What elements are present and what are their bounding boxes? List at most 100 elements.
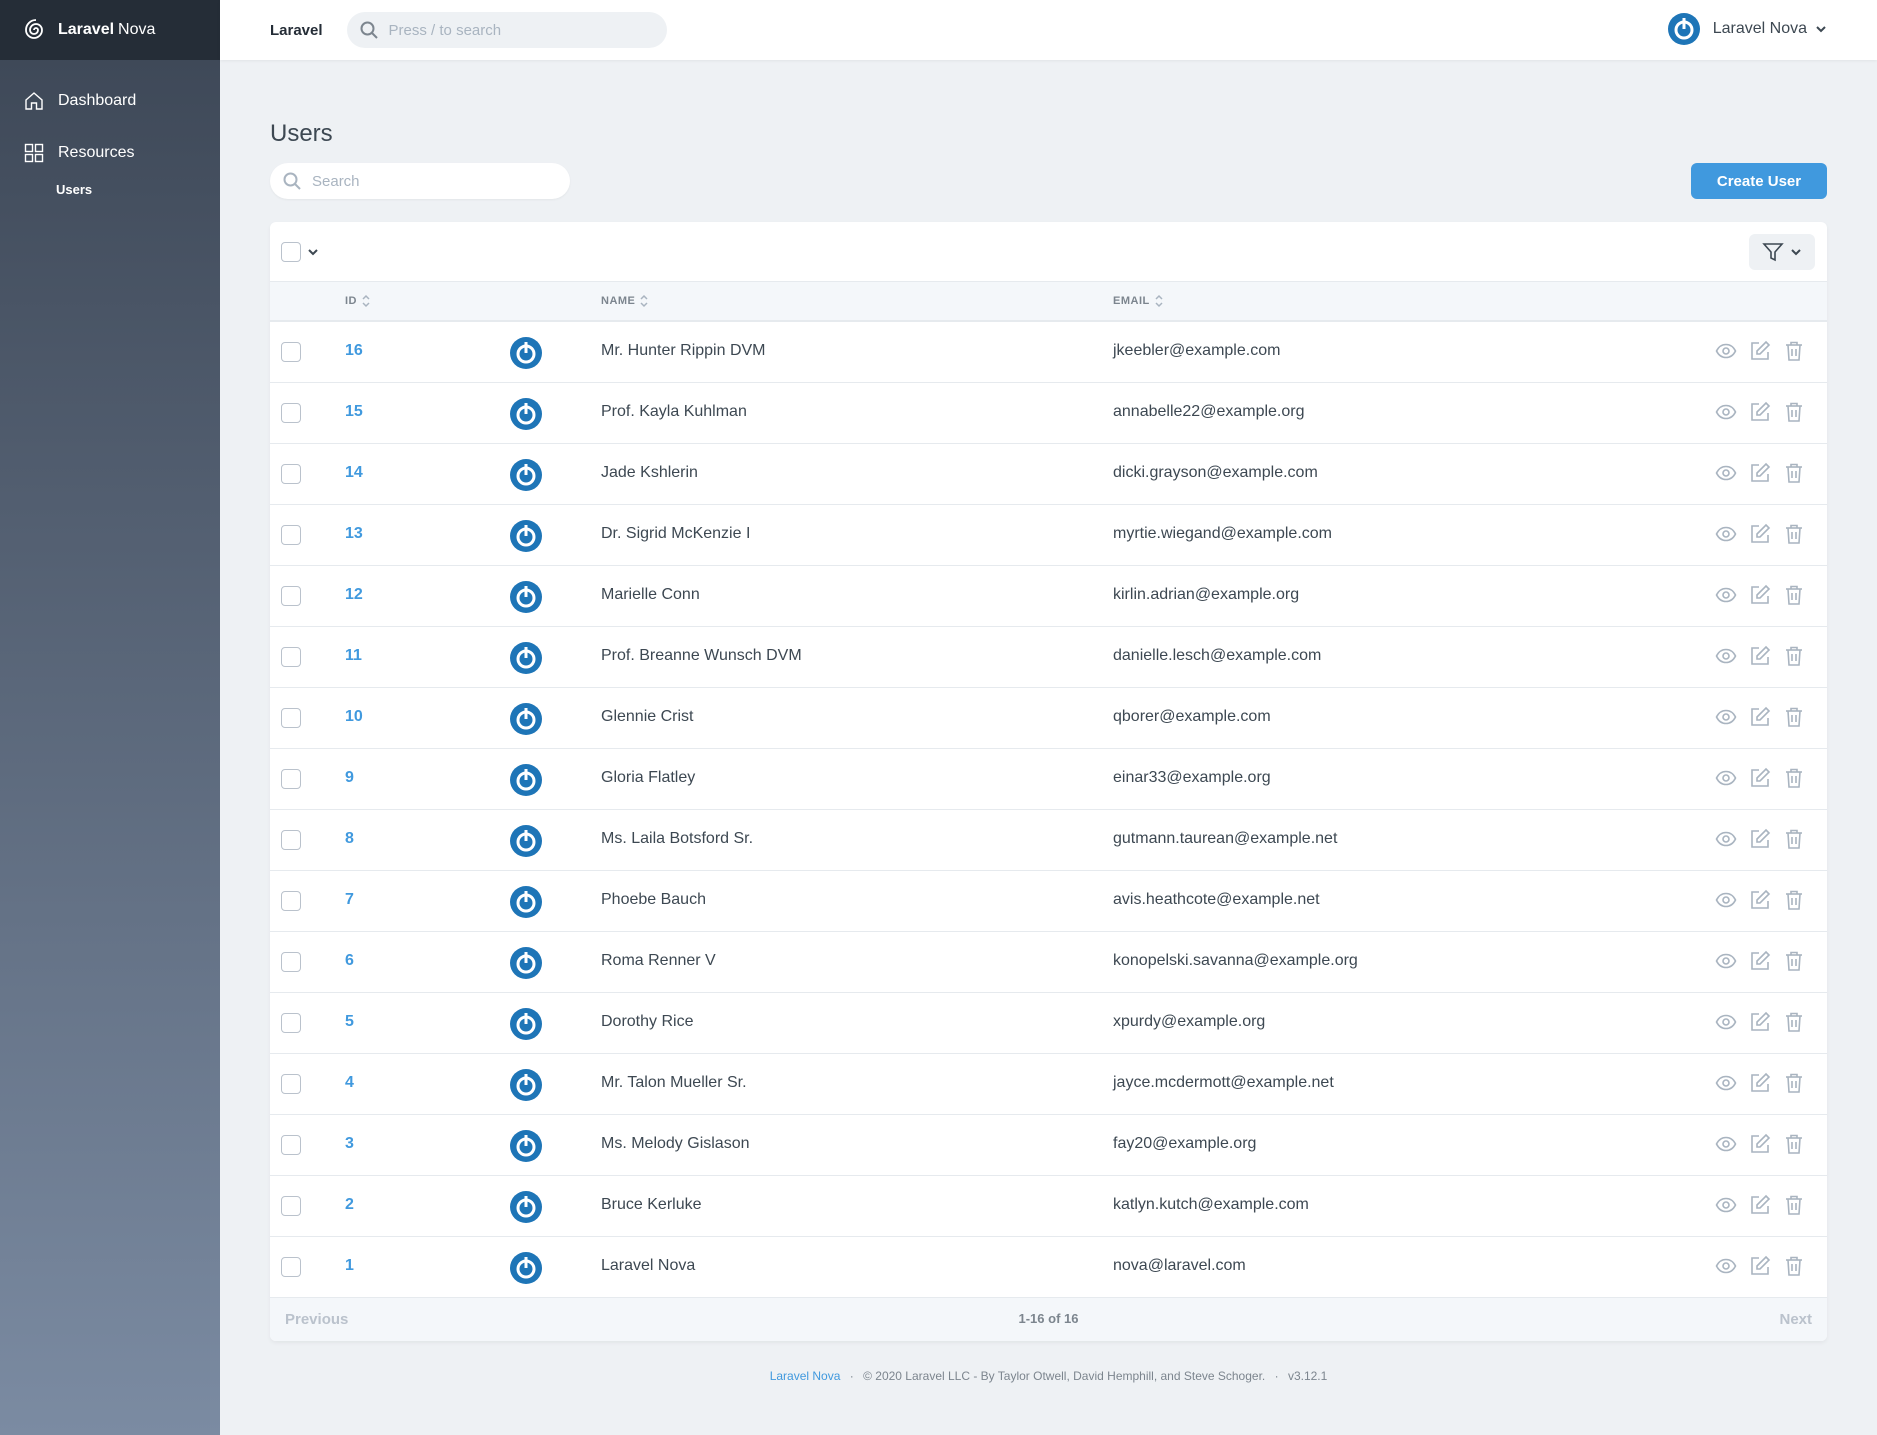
delete-icon[interactable] [1783,340,1805,362]
edit-icon[interactable] [1749,1255,1771,1277]
row-id-link[interactable]: 7 [345,891,354,909]
chevron-down-icon[interactable] [307,246,319,258]
row-checkbox[interactable] [281,403,301,423]
edit-icon[interactable] [1749,1133,1771,1155]
row-checkbox[interactable] [281,647,301,667]
edit-icon[interactable] [1749,706,1771,728]
row-checkbox[interactable] [281,952,301,972]
global-search-input[interactable] [388,21,649,39]
brand[interactable]: Laravel Nova [0,0,220,60]
row-id-link[interactable]: 9 [345,769,354,787]
row-checkbox[interactable] [281,1257,301,1277]
row-id-link[interactable]: 13 [345,525,363,543]
delete-icon[interactable] [1783,1255,1805,1277]
view-icon[interactable] [1715,584,1737,606]
view-icon[interactable] [1715,950,1737,972]
view-icon[interactable] [1715,767,1737,789]
filter-button[interactable] [1749,234,1815,270]
global-search[interactable] [346,12,667,48]
edit-icon[interactable] [1749,1072,1771,1094]
row-checkbox[interactable] [281,708,301,728]
delete-icon[interactable] [1783,401,1805,423]
view-icon[interactable] [1715,1194,1737,1216]
row-id-link[interactable]: 5 [345,1013,354,1031]
row-checkbox[interactable] [281,1196,301,1216]
delete-icon[interactable] [1783,828,1805,850]
delete-icon[interactable] [1783,889,1805,911]
app-name[interactable]: Laravel [270,22,323,39]
delete-icon[interactable] [1783,523,1805,545]
delete-icon[interactable] [1783,645,1805,667]
column-header-name[interactable]: NAME [601,294,648,308]
view-icon[interactable] [1715,340,1737,362]
row-checkbox[interactable] [281,464,301,484]
delete-icon[interactable] [1783,1133,1805,1155]
row-checkbox[interactable] [281,342,301,362]
row-id-link[interactable]: 12 [345,586,363,604]
view-icon[interactable] [1715,1011,1737,1033]
row-id-link[interactable]: 4 [345,1074,354,1092]
view-icon[interactable] [1715,1133,1737,1155]
edit-icon[interactable] [1749,1011,1771,1033]
row-id-link[interactable]: 2 [345,1196,354,1214]
footer-link[interactable]: Laravel Nova [770,1369,841,1383]
row-checkbox[interactable] [281,830,301,850]
sidebar-item-users[interactable]: Users [0,179,220,199]
edit-icon[interactable] [1749,584,1771,606]
sidebar-item-dashboard[interactable]: Dashboard [0,75,220,127]
view-icon[interactable] [1715,1072,1737,1094]
delete-icon[interactable] [1783,950,1805,972]
delete-icon[interactable] [1783,706,1805,728]
row-id-link[interactable]: 11 [345,647,362,665]
edit-icon[interactable] [1749,767,1771,789]
sidebar-item-resources[interactable]: Resources [0,127,220,179]
delete-icon[interactable] [1783,1011,1805,1033]
delete-icon[interactable] [1783,767,1805,789]
view-icon[interactable] [1715,523,1737,545]
row-id-link[interactable]: 1 [345,1257,354,1275]
row-id-link[interactable]: 15 [345,403,363,421]
resource-search[interactable] [270,163,570,199]
create-user-button[interactable]: Create User [1691,163,1827,199]
delete-icon[interactable] [1783,584,1805,606]
row-id-link[interactable]: 8 [345,830,354,848]
view-icon[interactable] [1715,706,1737,728]
edit-icon[interactable] [1749,828,1771,850]
view-icon[interactable] [1715,828,1737,850]
view-icon[interactable] [1715,462,1737,484]
select-all-control[interactable] [281,242,319,262]
row-id-link[interactable]: 10 [345,708,363,726]
user-menu[interactable]: Laravel Nova [1667,12,1827,46]
edit-icon[interactable] [1749,340,1771,362]
row-checkbox[interactable] [281,1074,301,1094]
column-header-email[interactable]: EMAIL [1113,294,1163,308]
row-id-link[interactable]: 6 [345,952,354,970]
view-icon[interactable] [1715,889,1737,911]
select-all-checkbox[interactable] [281,242,301,262]
row-checkbox[interactable] [281,525,301,545]
row-id-link[interactable]: 14 [345,464,363,482]
row-checkbox[interactable] [281,769,301,789]
edit-icon[interactable] [1749,1194,1771,1216]
delete-icon[interactable] [1783,1194,1805,1216]
edit-icon[interactable] [1749,645,1771,667]
column-header-id[interactable]: ID [345,294,370,308]
row-checkbox[interactable] [281,1135,301,1155]
edit-icon[interactable] [1749,889,1771,911]
view-icon[interactable] [1715,645,1737,667]
edit-icon[interactable] [1749,401,1771,423]
view-icon[interactable] [1715,1255,1737,1277]
edit-icon[interactable] [1749,523,1771,545]
row-checkbox[interactable] [281,586,301,606]
row-checkbox[interactable] [281,891,301,911]
edit-icon[interactable] [1749,950,1771,972]
row-id-link[interactable]: 3 [345,1135,354,1153]
edit-icon[interactable] [1749,462,1771,484]
delete-icon[interactable] [1783,1072,1805,1094]
next-button[interactable]: Next [1779,1311,1812,1328]
row-checkbox[interactable] [281,1013,301,1033]
delete-icon[interactable] [1783,462,1805,484]
resource-search-input[interactable] [312,172,552,190]
view-icon[interactable] [1715,401,1737,423]
row-id-link[interactable]: 16 [345,342,363,360]
